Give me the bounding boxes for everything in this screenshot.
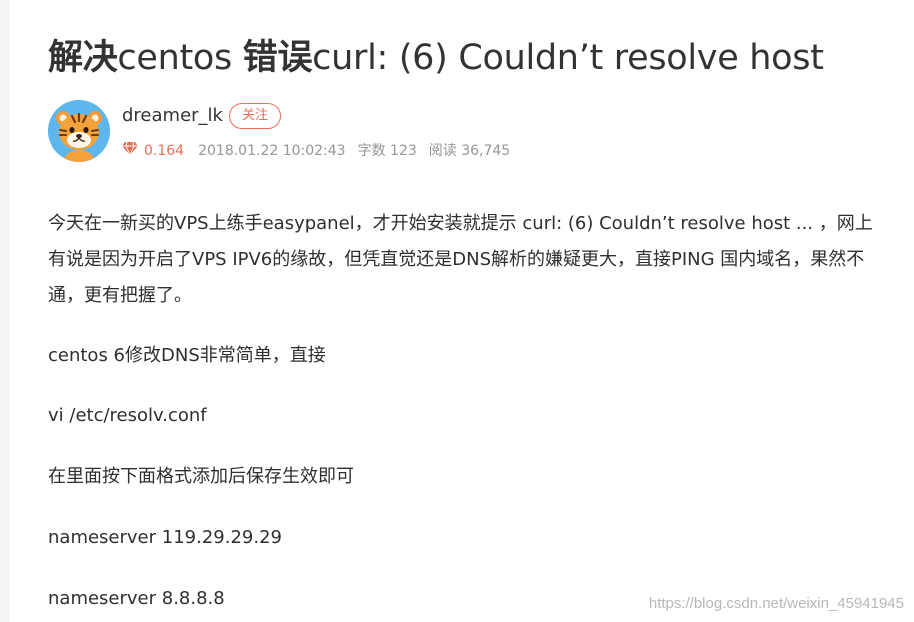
paragraph-intro: 今天在一新买的VPS上练手easypanel，才开始安装就提示 curl: (6… xyxy=(48,213,873,306)
watermark: https://blog.csdn.net/weixin_45941945 xyxy=(648,595,904,612)
author-info: dreamer_lk 关注 0.164 2018.01.22 10:02:43 字数… xyxy=(48,100,648,164)
title-segment-4: curl: (6) Couldn’t resolve host xyxy=(312,38,824,78)
tiger-avatar-icon[interactable] xyxy=(48,100,110,162)
author-name[interactable]: dreamer_lk xyxy=(122,104,223,128)
paragraph-nameserver-2: nameserver 8.8.8.8 xyxy=(48,588,225,609)
article-title: 解决centos 错误curl: (6) Couldn’t resolve ho… xyxy=(48,36,908,80)
article-meta: 0.164 2018.01.22 10:02:43 字数 123 阅读 36,745 xyxy=(122,140,510,162)
title-segment-2: centos xyxy=(117,38,243,78)
read-count: 阅读 36,745 xyxy=(428,143,511,159)
paragraph-nameserver-1: nameserver 119.29.29.29 xyxy=(48,527,282,548)
diamond-icon xyxy=(122,140,138,162)
paragraph-dns-intro: centos 6修改DNS非常简单，直接 xyxy=(48,345,326,366)
title-segment-bold-3: 错误 xyxy=(242,38,313,78)
title-segment-bold-1: 解决 xyxy=(48,38,118,78)
diamond-score[interactable]: 0.164 xyxy=(144,143,184,159)
follow-button[interactable]: 关注 xyxy=(229,103,282,129)
paragraph-instruction: 在里面按下面格式添加后保存生效即可 xyxy=(48,466,354,487)
paragraph-command: vi /etc/resolv.conf xyxy=(48,405,207,426)
publish-date: 2018.01.22 10:02:43 xyxy=(198,143,346,159)
word-count: 字数 123 xyxy=(357,143,417,159)
left-rail xyxy=(0,0,10,622)
